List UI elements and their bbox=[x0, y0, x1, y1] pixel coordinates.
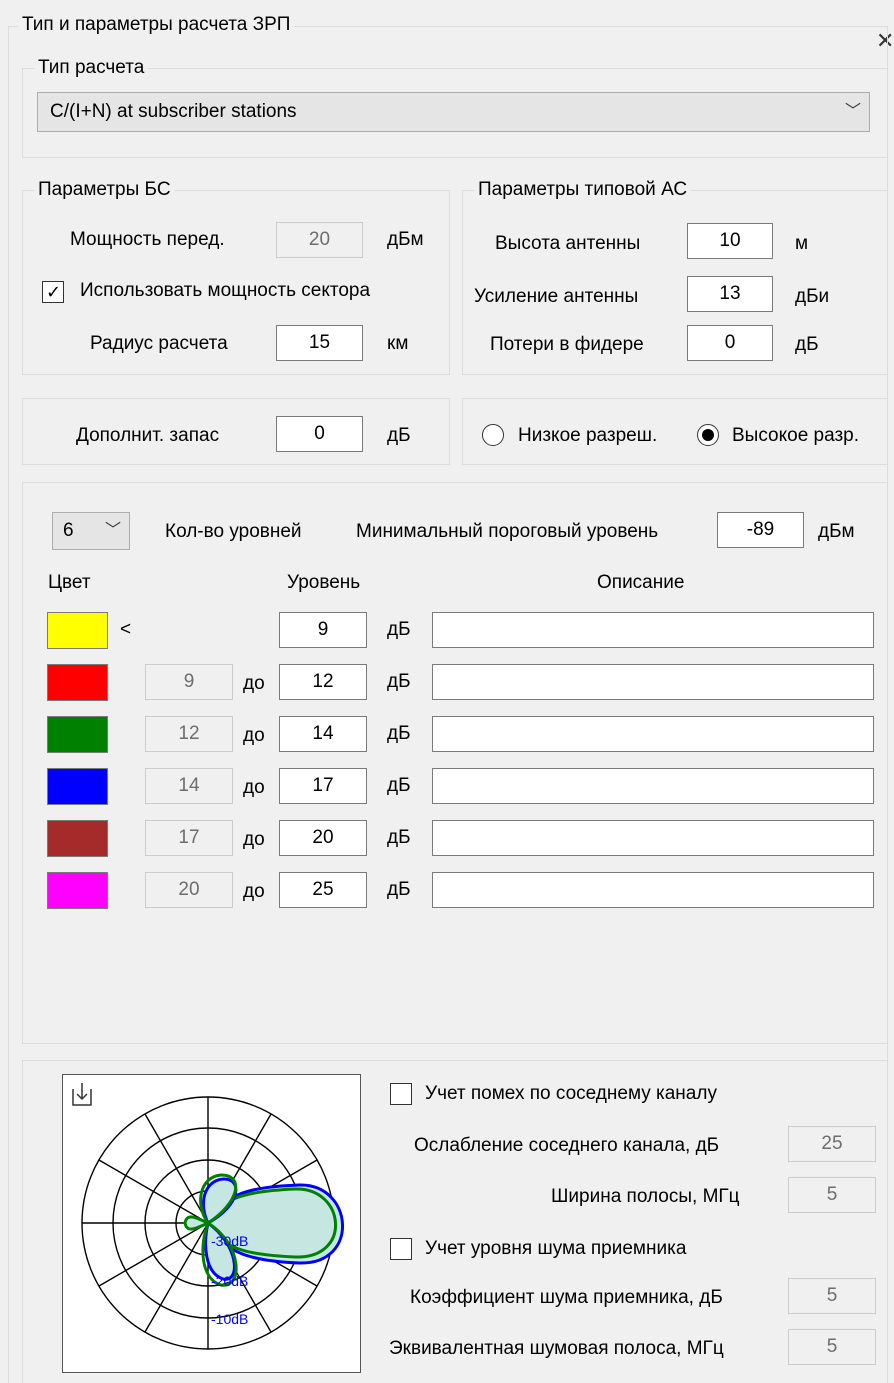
ms-height-unit: м bbox=[795, 233, 809, 254]
less-than-symbol: < bbox=[120, 619, 132, 640]
bs-radius-unit: км bbox=[387, 333, 409, 354]
acir-label: Ослабление соседнего канала, дБ bbox=[414, 1135, 720, 1156]
level-count-label: Кол-во уровней bbox=[165, 521, 302, 542]
level-from-field[interactable]: 14 bbox=[145, 768, 233, 804]
ring-label-20db: -20dB bbox=[211, 1273, 249, 1289]
to-label: до bbox=[243, 881, 265, 902]
level-count-dropdown[interactable]: 6 ﹀ bbox=[52, 512, 130, 550]
noise-bandwidth-field[interactable]: 5 bbox=[788, 1329, 876, 1365]
level-color-swatch[interactable] bbox=[47, 768, 108, 805]
high-resolution-radio[interactable] bbox=[697, 424, 719, 446]
noise-figure-field[interactable]: 5 bbox=[788, 1278, 876, 1314]
level-description-field[interactable] bbox=[432, 872, 874, 908]
margin-unit: дБ bbox=[387, 425, 411, 446]
level-color-swatch[interactable] bbox=[47, 664, 108, 701]
calc-type-title: Тип расчета bbox=[34, 57, 149, 79]
bs-power-label: Мощность перед. bbox=[70, 229, 225, 250]
adjacent-channel-label: Учет помех по соседнему каналу bbox=[425, 1083, 717, 1104]
calc-type-selected: C/(I+N) at subscriber stations bbox=[50, 101, 297, 122]
low-resolution-label: Низкое разреш. bbox=[518, 425, 658, 446]
level-unit: дБ bbox=[387, 827, 411, 848]
level-from-field[interactable]: 20 bbox=[145, 872, 233, 908]
level-unit: дБ bbox=[387, 619, 411, 640]
adjacent-channel-checkbox[interactable] bbox=[390, 1083, 412, 1105]
receiver-noise-label: Учет уровня шума приемника bbox=[425, 1238, 687, 1259]
bandwidth-label: Ширина полосы, МГц bbox=[551, 1186, 740, 1207]
bs-power-unit: дБм bbox=[387, 229, 424, 250]
ms-params-title: Параметры типовой АС bbox=[474, 179, 692, 201]
header-color: Цвет bbox=[48, 572, 91, 593]
use-sector-power-checkbox[interactable]: ✓ bbox=[42, 281, 64, 303]
antenna-pattern-svg bbox=[81, 1096, 345, 1350]
acir-field[interactable]: 25 bbox=[788, 1126, 876, 1162]
level-description-field[interactable] bbox=[432, 664, 874, 700]
bs-params-title: Параметры БС bbox=[34, 179, 175, 201]
level-from-field[interactable]: 12 bbox=[145, 716, 233, 752]
to-label: до bbox=[243, 777, 265, 798]
to-label: до bbox=[243, 829, 265, 850]
use-sector-power-label: Использовать мощность сектора bbox=[80, 280, 371, 301]
level-description-field[interactable] bbox=[432, 820, 874, 856]
ms-height-label: Высота антенны bbox=[495, 233, 641, 254]
ms-height-field[interactable]: 10 bbox=[687, 223, 773, 259]
noise-bandwidth-label: Эквивалентная шумовая полоса, МГц bbox=[389, 1338, 724, 1359]
to-label: до bbox=[243, 673, 265, 694]
min-threshold-label: Минимальный пороговый уровень bbox=[356, 521, 659, 542]
level-unit: дБ bbox=[387, 879, 411, 900]
ms-gain-unit: дБи bbox=[795, 286, 830, 307]
ring-label-10db: -10dB bbox=[211, 1311, 249, 1327]
level-to-field[interactable]: 25 bbox=[279, 872, 367, 908]
level-color-swatch[interactable] bbox=[47, 612, 108, 649]
calc-type-dropdown[interactable]: C/(I+N) at subscriber stations ﹀ bbox=[37, 92, 870, 132]
levels-group bbox=[22, 482, 888, 1044]
min-threshold-unit: дБм bbox=[818, 521, 855, 542]
radio-selected-dot bbox=[702, 429, 714, 441]
ms-loss-label: Потери в фидере bbox=[490, 334, 644, 355]
ms-loss-field[interactable]: 0 bbox=[687, 325, 773, 361]
level-color-swatch[interactable] bbox=[47, 716, 108, 753]
receiver-noise-checkbox[interactable] bbox=[390, 1238, 412, 1260]
level-description-field[interactable] bbox=[432, 716, 874, 752]
level-to-field[interactable]: 14 bbox=[279, 716, 367, 752]
bs-radius-label: Радиус расчета bbox=[90, 333, 228, 354]
chevron-down-icon: ﹀ bbox=[104, 522, 121, 539]
level-description-field[interactable] bbox=[432, 612, 874, 648]
margin-label: Дополнит. запас bbox=[76, 425, 220, 446]
level-color-swatch[interactable] bbox=[47, 820, 108, 857]
level-count-value: 6 bbox=[63, 520, 74, 541]
download-icon[interactable] bbox=[71, 1081, 93, 1107]
low-resolution-radio[interactable] bbox=[482, 424, 504, 446]
level-unit: дБ bbox=[387, 775, 411, 796]
level-unit: дБ bbox=[387, 723, 411, 744]
level-to-field[interactable]: 9 bbox=[279, 612, 367, 648]
bs-radius-field[interactable]: 15 bbox=[276, 325, 363, 361]
ms-gain-label: Усиление антенны bbox=[474, 286, 639, 307]
ms-gain-field[interactable]: 13 bbox=[687, 276, 773, 312]
level-description-field[interactable] bbox=[432, 768, 874, 804]
bs-power-field[interactable]: 20 bbox=[276, 222, 363, 258]
level-from-field[interactable]: 9 bbox=[145, 664, 233, 700]
level-unit: дБ bbox=[387, 671, 411, 692]
level-from-field[interactable]: 17 bbox=[145, 820, 233, 856]
to-label: до bbox=[243, 725, 265, 746]
check-icon: ✓ bbox=[46, 282, 62, 302]
bandwidth-field[interactable]: 5 bbox=[788, 1177, 876, 1213]
margin-field[interactable]: 0 bbox=[276, 416, 363, 452]
ring-label-30db: -30dB bbox=[211, 1233, 249, 1249]
ms-loss-unit: дБ bbox=[795, 334, 819, 355]
header-level: Уровень bbox=[287, 572, 361, 593]
level-color-swatch[interactable] bbox=[47, 872, 108, 909]
level-to-field[interactable]: 20 bbox=[279, 820, 367, 856]
noise-figure-label: Коэффициент шума приемника, дБ bbox=[410, 1287, 723, 1308]
chevron-down-icon: ﹀ bbox=[844, 103, 861, 120]
main-group-title: Тип и параметры расчета ЗРП bbox=[18, 14, 295, 36]
antenna-pattern-view[interactable]: -30dB -20dB -10dB bbox=[62, 1074, 361, 1373]
high-resolution-label: Высокое разр. bbox=[732, 425, 860, 446]
min-threshold-field[interactable]: -89 bbox=[717, 512, 804, 548]
level-to-field[interactable]: 17 bbox=[279, 768, 367, 804]
level-to-field[interactable]: 12 bbox=[279, 664, 367, 700]
header-description: Описание bbox=[597, 572, 685, 593]
